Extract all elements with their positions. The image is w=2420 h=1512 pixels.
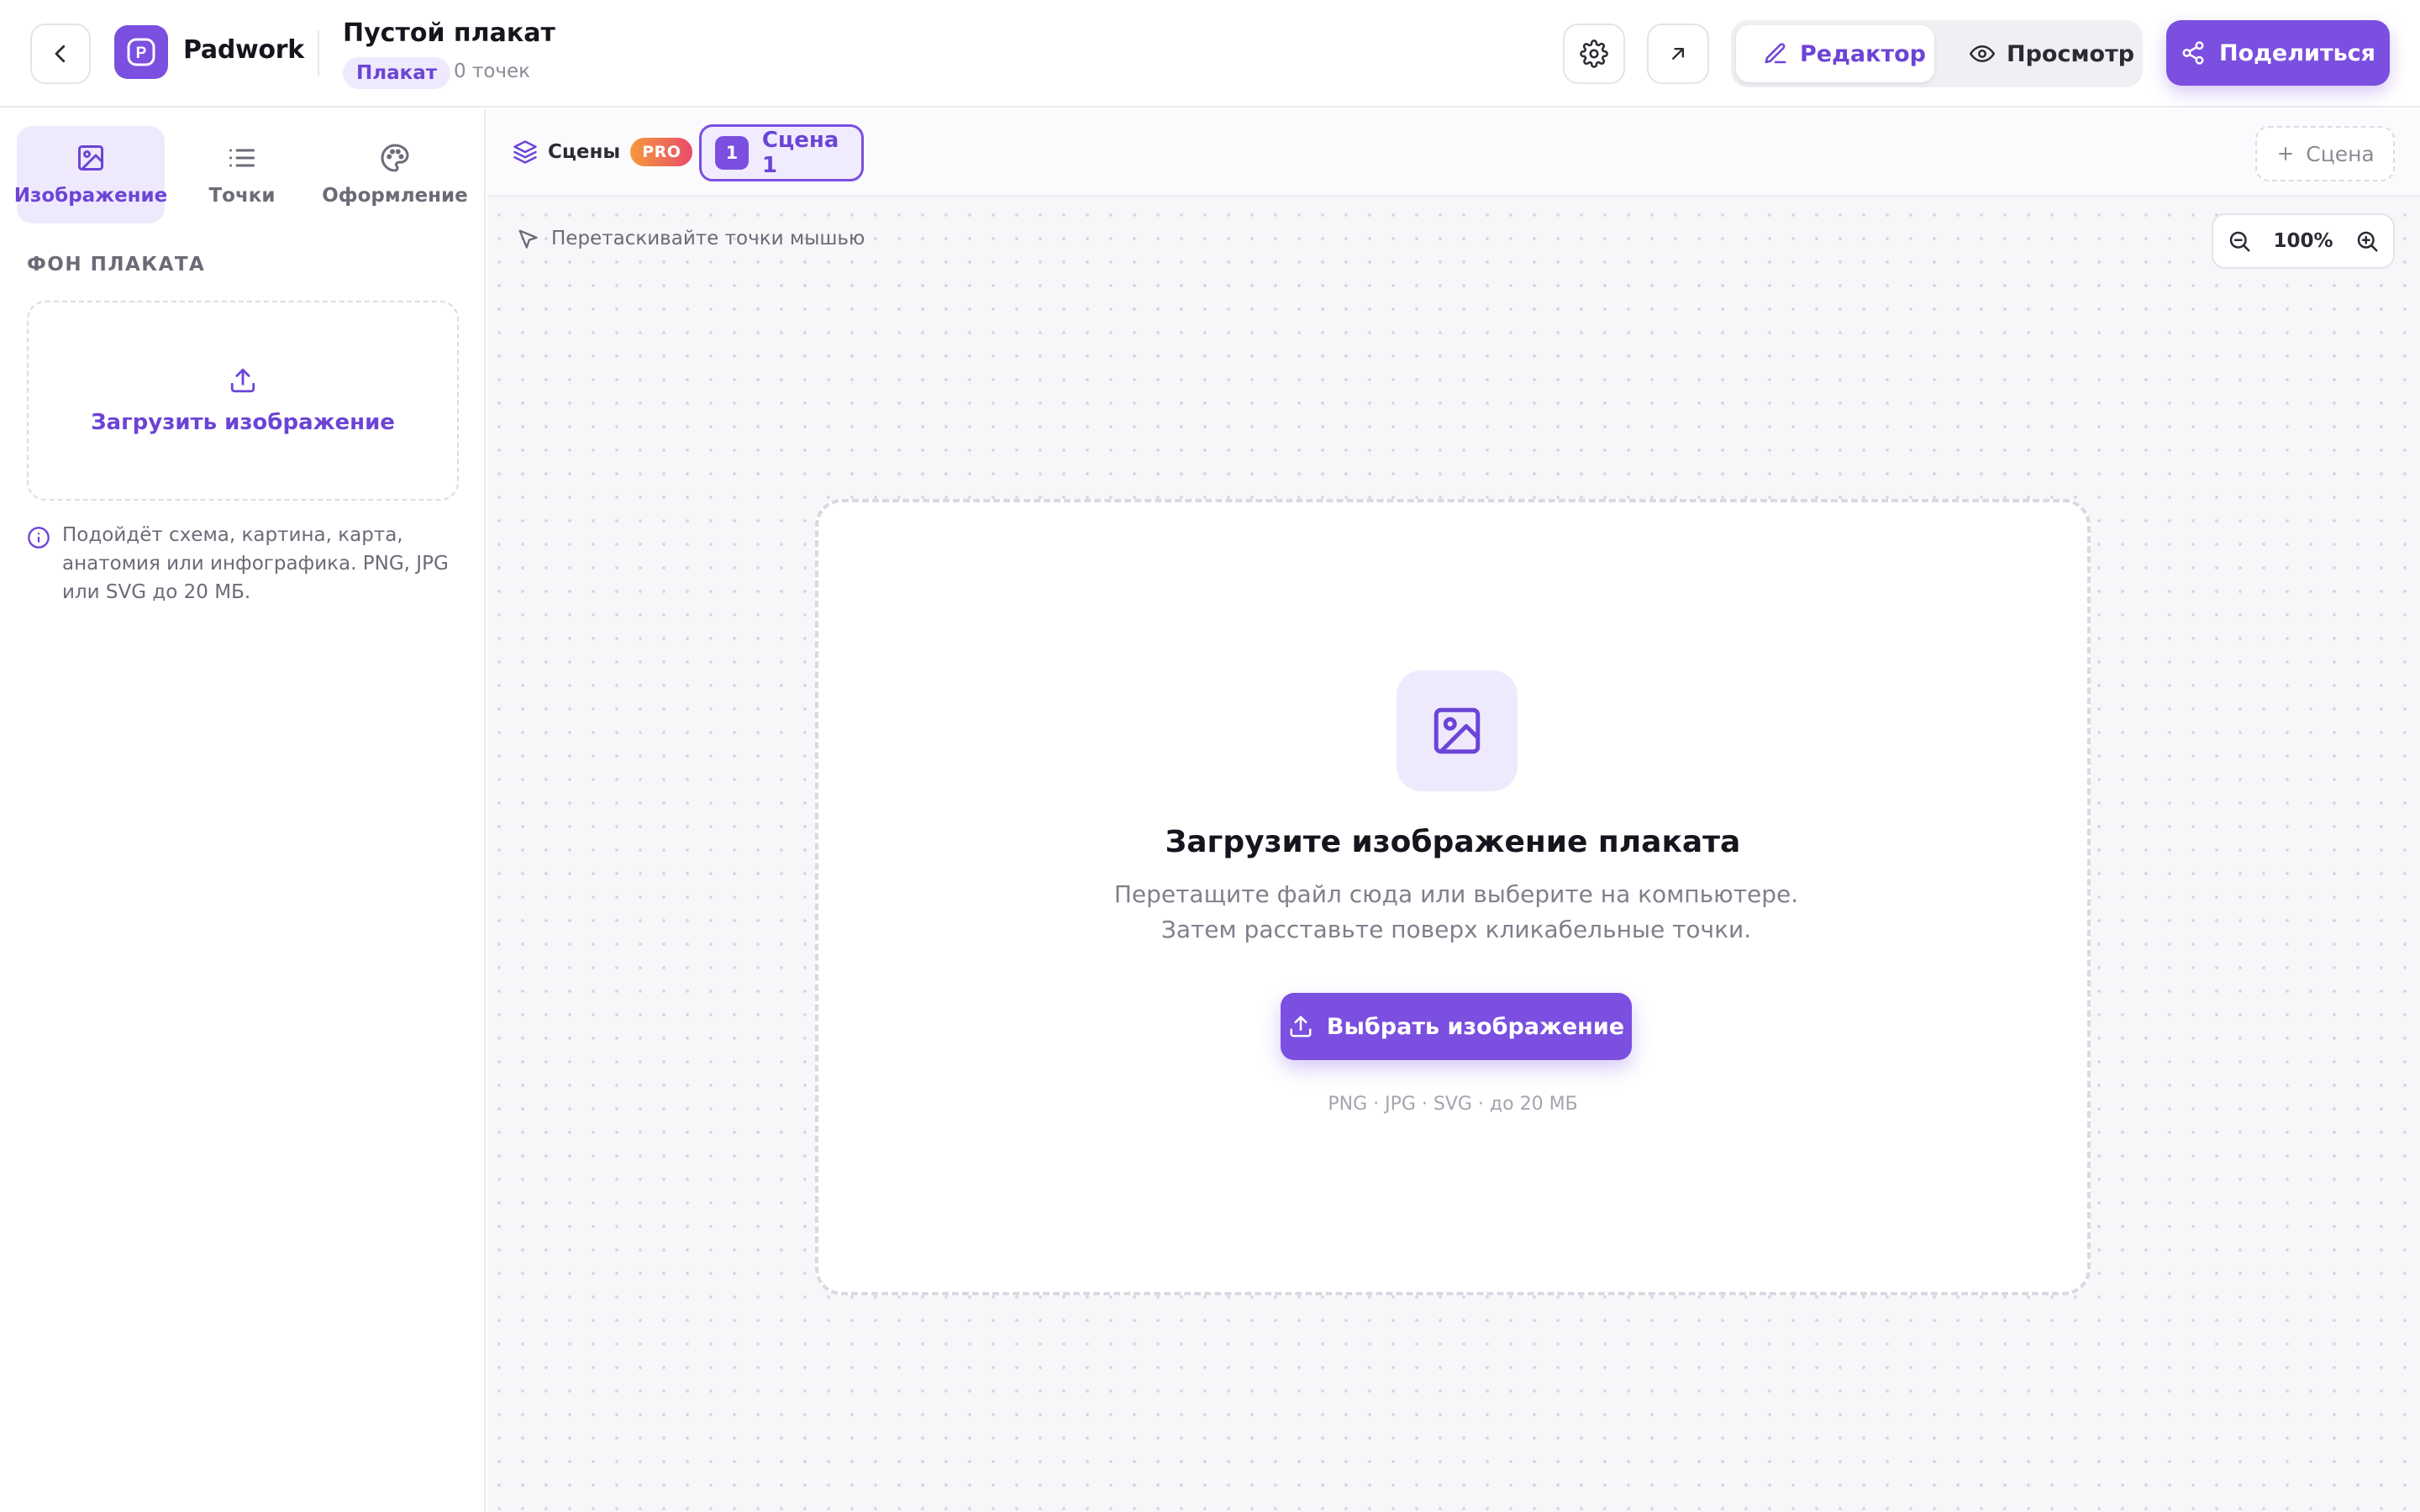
upload-hint-text: Подойдёт схема, картина, карта, анатомия…: [62, 524, 449, 603]
editor-mode-label: Редактор: [1800, 40, 1926, 67]
share-button[interactable]: Поделиться: [2166, 20, 2390, 86]
section-label-background: ФОН ПЛАКАТА: [27, 254, 206, 276]
image-dropzone[interactable]: Загрузите изображение плаката Перетащите…: [815, 499, 2091, 1295]
back-button[interactable]: [30, 24, 91, 84]
tab-points-label: Точки: [208, 185, 276, 207]
header-divider: [318, 30, 319, 76]
add-scene-label: Сцена: [2306, 141, 2375, 166]
choose-image-label: Выбрать изображение: [1326, 1013, 1625, 1040]
upload-image-dropzone[interactable]: Загрузить изображение: [27, 301, 459, 501]
scenes-label: Сцены PRO: [513, 138, 693, 166]
upload-image-label: Загрузить изображение: [91, 410, 395, 435]
tab-design-label: Оформление: [322, 185, 468, 207]
zoom-in-button[interactable]: [2354, 228, 2380, 254]
upload-icon: [229, 366, 257, 395]
palette-icon: [380, 143, 410, 173]
eye-icon: [1970, 41, 1995, 66]
preview-mode-label: Просмотр: [2007, 40, 2135, 67]
share-icon: [2181, 40, 2206, 66]
top-bar: P Padwork Пустой плакат Плакат 0 точек Р…: [0, 0, 2420, 108]
share-label: Поделиться: [2218, 39, 2376, 66]
pencil-icon: [1763, 41, 1788, 66]
image-icon: [1429, 703, 1485, 759]
document-type-badge: Плакат: [343, 57, 451, 89]
canvas-area: Сцены PRO 1 Сцена 1 Сцена Перетаскивайте…: [487, 109, 2420, 1512]
mode-switcher: Редактор Просмотр: [1731, 20, 2143, 87]
settings-button[interactable]: [1563, 24, 1625, 84]
open-external-button[interactable]: [1647, 24, 1709, 84]
editor-mode-button[interactable]: Редактор: [1736, 25, 1934, 82]
points-count: 0 точек: [454, 60, 531, 82]
zoom-out-icon: [2229, 231, 2250, 252]
plus-icon: [2275, 144, 2296, 164]
brand-name: Padwork: [183, 35, 304, 65]
gear-icon: [1580, 39, 1608, 68]
arrow-up-right-icon: [1666, 42, 1690, 66]
app-logo: P: [114, 25, 168, 79]
choose-image-button[interactable]: Выбрать изображение: [1281, 993, 1632, 1060]
scene-number: 1: [715, 136, 749, 170]
zoom-in-icon: [2357, 231, 2378, 252]
drag-hint: Перетаскивайте точки мышью: [516, 227, 865, 250]
tab-image-label: Изображение: [13, 185, 168, 207]
upload-hint: Подойдёт схема, картина, карта, анатомия…: [27, 521, 464, 606]
pro-badge: PRO: [630, 138, 693, 166]
scene-tab-1[interactable]: 1 Сцена 1: [699, 124, 864, 181]
scene-tab-label: Сцена 1: [761, 128, 839, 178]
upload-icon: [1288, 1014, 1313, 1039]
dropzone-description: Перетащите файл сюда или выберите на ком…: [1113, 880, 1799, 943]
document-title[interactable]: Пустой плакат: [343, 18, 555, 48]
dropzone-title: Загрузите изображение плаката: [1165, 825, 1741, 859]
svg-text:P: P: [136, 45, 147, 62]
tab-design[interactable]: Оформление: [319, 126, 471, 223]
sidebar: Изображение Точки Оформление ФОН ПЛАКАТА…: [0, 109, 486, 1512]
scenes-label-text: Сцены: [548, 141, 621, 163]
image-icon: [76, 143, 106, 173]
drag-hint-text: Перетаскивайте точки мышью: [551, 228, 865, 249]
zoom-level: 100%: [2273, 230, 2333, 252]
list-icon: [227, 143, 257, 173]
tab-points[interactable]: Точки: [168, 126, 316, 223]
layers-icon: [513, 139, 538, 165]
scene-bar: Сцены PRO 1 Сцена 1 Сцена: [487, 109, 2420, 197]
zoom-out-button[interactable]: [2227, 228, 2252, 254]
cursor-pointer-icon: [516, 227, 539, 250]
dropzone-image-icon-box: [1397, 670, 1518, 791]
logo-p-icon: P: [124, 35, 158, 69]
info-icon: [27, 526, 50, 606]
tab-image[interactable]: Изображение: [13, 126, 168, 223]
preview-mode-button[interactable]: Просмотр: [1951, 25, 2136, 82]
supported-formats: PNG · JPG · SVG · до 20 МБ: [1328, 1094, 1578, 1115]
zoom-control: 100%: [2212, 213, 2395, 269]
chevron-left-icon: [48, 41, 73, 66]
add-scene-button[interactable]: Сцена: [2255, 126, 2395, 181]
